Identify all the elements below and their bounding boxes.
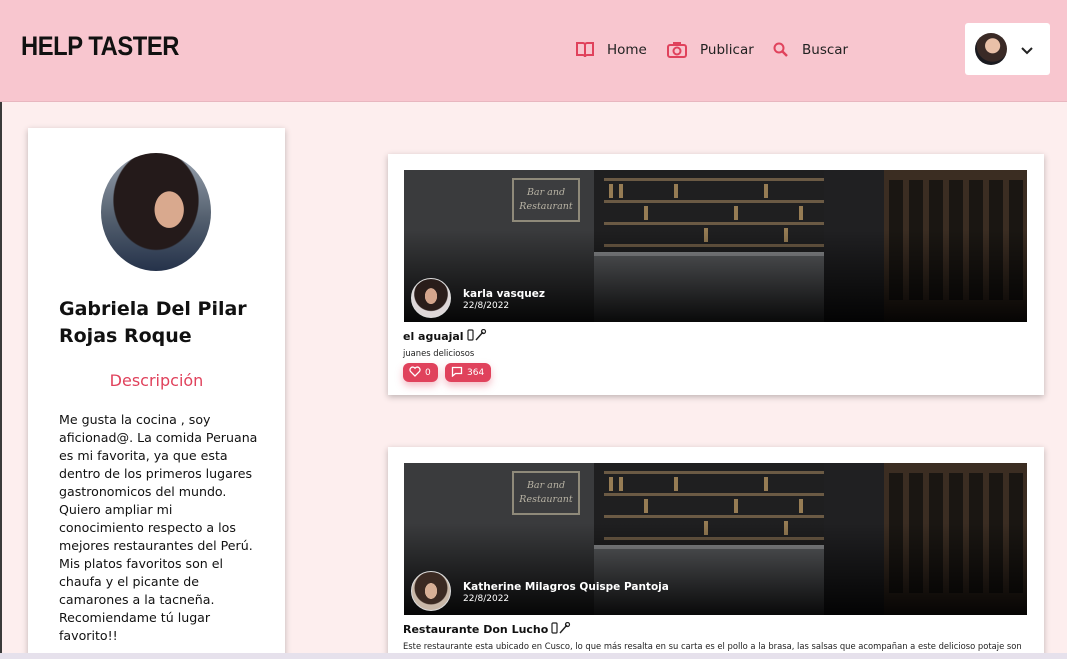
description-text: Me gusta la cocina , soy aficionad@. La … bbox=[59, 412, 258, 643]
utensils-icon bbox=[551, 621, 571, 637]
left-edge bbox=[0, 102, 2, 659]
post-body: juanes deliciosos bbox=[403, 348, 475, 358]
top-header: HELP TASTER Home Publicar Buscar bbox=[0, 0, 1067, 102]
author-avatar[interactable] bbox=[411, 571, 451, 611]
avatar bbox=[975, 33, 1007, 65]
nav-buscar[interactable]: Buscar bbox=[772, 38, 848, 62]
post-title: Restaurante Don Lucho bbox=[403, 621, 571, 637]
chevron-down-icon bbox=[1021, 40, 1033, 59]
nav-home[interactable]: Home bbox=[575, 38, 647, 62]
profile-name: Gabriela Del Pilar Rojas Roque bbox=[59, 298, 247, 347]
post-title: el aguajal bbox=[403, 328, 487, 344]
nav-publicar-label: Publicar bbox=[700, 42, 754, 58]
like-count: 0 bbox=[425, 367, 431, 378]
search-icon bbox=[772, 41, 790, 59]
author-avatar[interactable] bbox=[411, 278, 451, 318]
comment-count: 364 bbox=[467, 367, 485, 378]
heart-icon bbox=[409, 365, 421, 380]
nav-home-label: Home bbox=[607, 42, 647, 58]
book-icon bbox=[575, 41, 595, 59]
horizontal-scrollbar[interactable] bbox=[0, 653, 1067, 659]
bar-sign: Bar and Restaurant bbox=[512, 471, 580, 515]
camera-icon bbox=[666, 41, 688, 59]
description-title: Descripción bbox=[109, 371, 204, 390]
post-body: Este restaurante esta ubicado en Cusco, … bbox=[403, 641, 1022, 651]
post-title-text: el aguajal bbox=[403, 330, 464, 343]
post-date: 22/8/2022 bbox=[463, 594, 510, 604]
bar-sign: Bar and Restaurant bbox=[512, 178, 580, 222]
utensils-icon bbox=[466, 328, 487, 344]
profile-card: Gabriela Del Pilar Rojas Roque Descripci… bbox=[28, 128, 285, 659]
user-menu[interactable] bbox=[965, 23, 1050, 75]
nav-publicar[interactable]: Publicar bbox=[666, 38, 754, 62]
post-card[interactable]: Bar and Restaurant Katherine Milagros Qu… bbox=[388, 447, 1044, 659]
post-card[interactable]: Bar and Restaurant karla vasquez 22/8/20… bbox=[388, 154, 1044, 395]
comment-button[interactable]: 364 bbox=[445, 363, 492, 382]
nav-buscar-label: Buscar bbox=[802, 42, 849, 58]
post-title-text: Restaurante Don Lucho bbox=[403, 623, 549, 636]
like-button[interactable]: 0 bbox=[403, 363, 438, 382]
post-author[interactable]: Katherine Milagros Quispe Pantoja bbox=[463, 581, 669, 593]
post-image[interactable]: Bar and Restaurant Katherine Milagros Qu… bbox=[404, 463, 1027, 615]
post-date: 22/8/2022 bbox=[463, 301, 510, 311]
post-image[interactable]: Bar and Restaurant karla vasquez 22/8/20… bbox=[404, 170, 1027, 322]
profile-photo bbox=[101, 153, 211, 271]
post-author[interactable]: karla vasquez bbox=[463, 288, 545, 300]
brand-logo[interactable]: HELP TASTER bbox=[21, 31, 179, 62]
comment-icon bbox=[451, 366, 463, 380]
